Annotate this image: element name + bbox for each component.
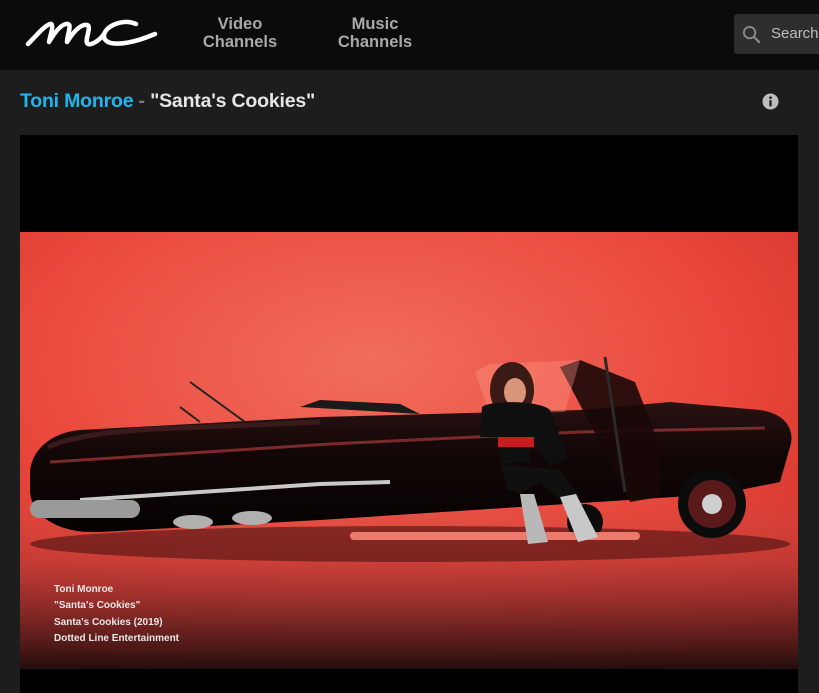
search-input[interactable]: Search bbox=[734, 14, 819, 54]
credit-album: Santa's Cookies (2019) bbox=[54, 616, 163, 628]
nav-video-channels-line2: Channels bbox=[202, 33, 278, 51]
nav-music-channels[interactable]: Music Channels bbox=[334, 15, 416, 51]
nav-video-channels[interactable]: Video Channels bbox=[200, 15, 280, 51]
credit-artist: Toni Monroe bbox=[54, 584, 114, 595]
search-placeholder: Search bbox=[771, 25, 819, 42]
nav-music-channels-line1: Music bbox=[351, 15, 399, 33]
credit-label: Dotted Line Entertainment bbox=[54, 632, 180, 644]
mc-logo-icon[interactable] bbox=[24, 14, 158, 54]
video-credits-overlay: Toni Monroe "Santa's Cookies" Santa's Co… bbox=[54, 582, 179, 647]
credit-song: "Santa's Cookies" bbox=[54, 600, 141, 612]
nav-video-channels-line1: Video bbox=[217, 15, 263, 33]
info-icon[interactable] bbox=[762, 93, 779, 110]
nav-music-channels-line2: Channels bbox=[337, 33, 413, 51]
title-separator: - bbox=[133, 90, 151, 112]
song-title: "Santa's Cookies" bbox=[150, 90, 316, 112]
artist-link[interactable]: Toni Monroe bbox=[20, 90, 134, 112]
video-player[interactable]: Toni Monroe "Santa's Cookies" Santa's Co… bbox=[20, 135, 798, 693]
top-navigation-bar: Video Channels Music Channels Search bbox=[0, 0, 819, 70]
search-icon bbox=[742, 25, 761, 44]
video-title-heading: Toni Monroe - "Santa's Cookies" bbox=[20, 89, 315, 113]
